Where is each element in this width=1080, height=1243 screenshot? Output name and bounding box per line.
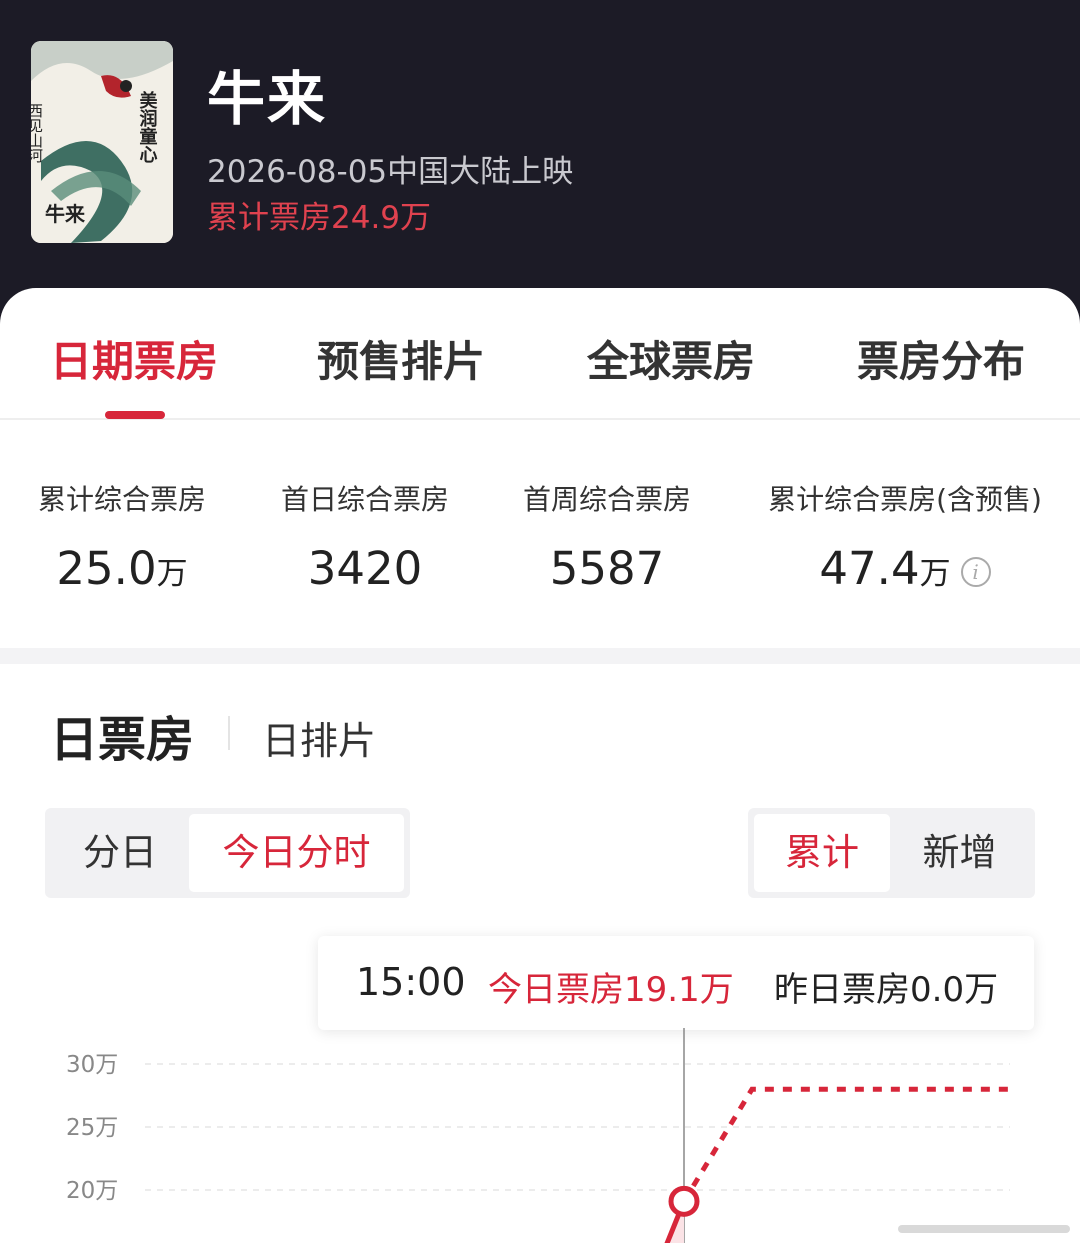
tab-daily-box-office[interactable]: 日期票房 [50, 328, 218, 389]
poster-art: 西见山河 美润童心 牛来 [31, 41, 173, 243]
info-icon[interactable]: i [960, 557, 991, 587]
stat-label: 累计综合票房(含预售) [768, 483, 1042, 516]
stat-first-day: 首日综合票房 3420 [275, 478, 455, 595]
tab-global-box-office[interactable]: 全球票房 [587, 328, 755, 389]
box-office-card: 日期票房 预售排片 全球票房 票房分布 累计综合票房 25.0万 首日综合票房 … [0, 288, 1080, 1243]
y-tick-label: 30万 [66, 1052, 118, 1078]
stat-value: 5587 [549, 542, 665, 595]
tooltip-yesterday-gross: 昨日票房0.0万 [774, 970, 999, 1010]
toggle-incremental[interactable]: 新增 [890, 814, 1029, 892]
release-date: 2026-08-05中国大陆上映 [207, 154, 574, 190]
toggle-today-hourly[interactable]: 今日分时 [189, 814, 404, 892]
chart-tooltip: 15:00 今日票房19.1万 昨日票房0.0万 [318, 936, 1034, 1030]
stat-value: 25.0万 [56, 542, 188, 595]
tab-box-office-distribution[interactable]: 票房分布 [857, 328, 1025, 389]
movie-title: 牛来 [207, 65, 328, 133]
toggle-by-day[interactable]: 分日 [51, 814, 189, 892]
highlight-point[interactable] [668, 1185, 700, 1217]
tooltip-time: 15:00 [356, 960, 466, 1004]
aggregation-toggle: 累计 新增 [748, 808, 1035, 898]
section-title-daily-box-office[interactable]: 日票房 [50, 700, 194, 770]
home-indicator [898, 1225, 1070, 1233]
stat-label: 累计综合票房 [37, 483, 206, 516]
tooltip-today-gross: 今日票房19.1万 [488, 970, 734, 1010]
svg-text:牛来: 牛来 [45, 202, 86, 226]
series-line-projected [681, 1086, 1008, 1203]
tab-presale-schedule[interactable]: 预售排片 [317, 328, 485, 389]
total-gross: 累计票房24.9万 [207, 200, 432, 236]
y-tick-label: 25万 [66, 1115, 118, 1141]
movie-header: 西见山河 美润童心 牛来 牛来 2026-08-05中国大陆上映 累计票房24.… [0, 0, 1080, 320]
tab-bar: 日期票房 预售排片 全球票房 票房分布 [0, 288, 1080, 420]
stat-cumulative-with-presale: 累计综合票房(含预售) 47.4万 i [760, 478, 1050, 595]
section-divider [0, 648, 1080, 664]
movie-poster[interactable]: 西见山河 美润童心 牛来 [31, 41, 173, 243]
y-tick-label: 20万 [66, 1178, 118, 1204]
stat-cumulative: 累计综合票房 25.0万 [32, 478, 212, 595]
view-mode-toggle: 分日 今日分时 [45, 808, 410, 898]
svg-text:美润童心: 美润童心 [137, 90, 158, 163]
stat-first-week: 首周综合票房 5587 [517, 478, 697, 595]
toggle-cumulative[interactable]: 累计 [754, 814, 890, 892]
hourly-box-office-chart[interactable]: 30万 25万 20万 [0, 1028, 1080, 1243]
section-tab-daily-schedule[interactable]: 日排片 [262, 710, 376, 765]
section-separator [228, 716, 230, 750]
stat-value: 3420 [307, 542, 423, 595]
stat-value: 47.4万 i [760, 542, 1050, 595]
active-tab-indicator [105, 411, 165, 419]
stat-label: 首日综合票房 [280, 483, 449, 516]
svg-text:西见山河: 西见山河 [31, 103, 44, 163]
stat-label: 首周综合票房 [522, 483, 691, 516]
